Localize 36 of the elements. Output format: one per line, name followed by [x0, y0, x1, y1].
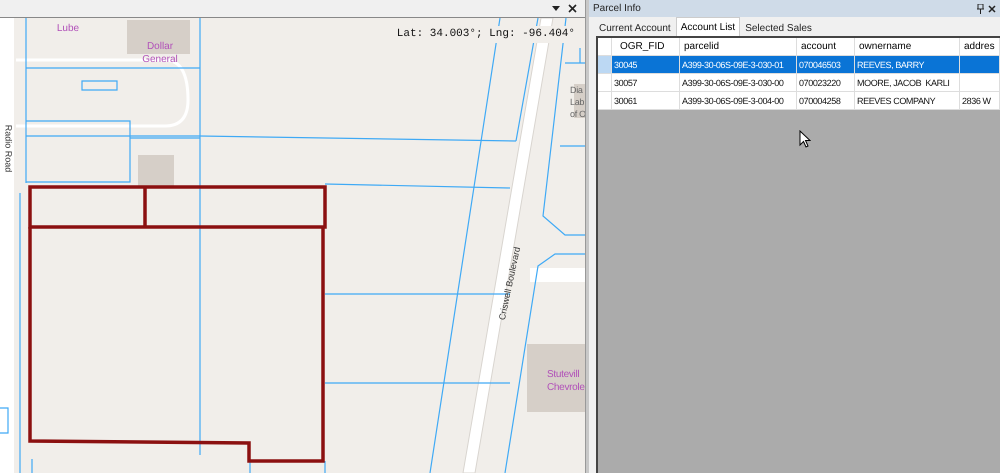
map-drawing[interactable] [0, 18, 585, 473]
pin-icon[interactable] [977, 4, 984, 14]
panel-title: Parcel Info [593, 2, 641, 16]
map-label: Lube [56, 22, 80, 35]
mouse-pointer-icon [799, 130, 811, 148]
map-label: Stutevill Chevrole [547, 368, 585, 394]
table-cell-text: MOORE, JACOB KARLI [856, 76, 950, 88]
table-cell-text: 070023220 [798, 76, 842, 88]
tab[interactable]: Account List [676, 17, 740, 36]
table-cell-text: A399-30-06S-09E-3-030-01 [681, 58, 784, 70]
column-header[interactable]: OGR_FID [612, 38, 680, 55]
table-row[interactable]: 30061 A399-30-06S-09E-3-004-00 070004258 REEVES COMPANY 2836 W [598, 92, 1000, 110]
table-cell-text: 30061 [613, 94, 638, 106]
column-header[interactable]: ownername [855, 38, 960, 55]
table-cell-text: 30057 [613, 76, 638, 88]
dropdown-icon[interactable] [552, 6, 560, 11]
table-cell-text: REEVES, BARRY [856, 58, 926, 70]
column-header[interactable]: account [797, 38, 855, 55]
coordinates-label: Lat: 34.003°; Lng: -96.404° [396, 26, 575, 42]
table-cell-text: REEVES COMPANY [856, 94, 936, 106]
table-cell-text: 30045 [613, 58, 638, 70]
close-icon[interactable] [988, 4, 996, 12]
table-cell-text: 070004258 [798, 94, 842, 106]
table-row[interactable]: 30057 A399-30-06S-09E-3-030-00 070023220 MOORE, JACOB KARLI [598, 74, 1000, 92]
column-header[interactable]: addres [960, 38, 1000, 55]
table-row[interactable]: 30045 A399-30-06S-09E-3-030-01 070046503 REEVES, BARRY [598, 56, 1000, 74]
table-cell-text: 2836 W [961, 94, 992, 106]
column-header[interactable]: parcelid [680, 38, 797, 55]
table-cell-text: A399-30-06S-09E-3-004-00 [681, 94, 784, 106]
map-label: Radio Road [2, 124, 14, 174]
map-label: Dollar General [141, 40, 179, 66]
table-cell-text: 070046503 [798, 58, 842, 70]
table-cell-text: A399-30-06S-09E-3-030-00 [681, 76, 784, 88]
map-label: Criswell Boulevard [496, 244, 524, 323]
map-label: Dia Lab of O [570, 84, 585, 120]
close-icon[interactable] [568, 4, 577, 13]
